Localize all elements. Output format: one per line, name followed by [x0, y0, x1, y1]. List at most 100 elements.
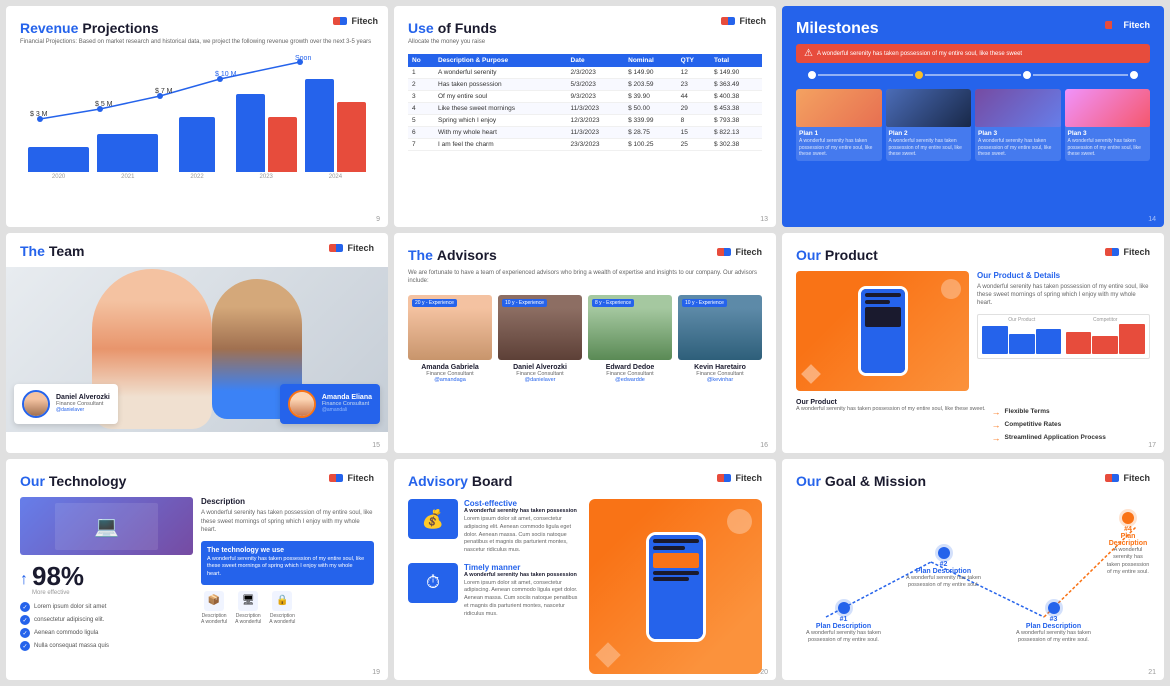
advisor-twitter-2: @danielaver	[525, 377, 556, 383]
tech-icon-label-3: DescriptionA wonderful	[269, 613, 295, 625]
bar-label-2022: 2022	[190, 174, 203, 180]
ms-plan-body-3: Plan 3 A wonderful serenity has taken po…	[975, 127, 1061, 161]
bar-label-2023: 2023	[260, 174, 273, 180]
funds-cell-qty: 23	[677, 79, 710, 91]
product-chart-group-1: Our Product	[982, 317, 1062, 354]
funds-cell-desc: Has taken possession	[434, 79, 567, 91]
product-label-col: Our Product A wonderful serenity has tak…	[796, 399, 986, 412]
advisor-badge-1: 20 y - Experience	[412, 299, 457, 307]
advisory-page-num: 20	[760, 669, 768, 676]
bar-double-2022	[166, 117, 227, 172]
advisor-badge-4: 10 y - Experience	[682, 299, 727, 307]
technology-card: Our Technology Fitech 💻 ↑ 98% More effec…	[6, 459, 388, 680]
advisor-item-2: 10 y - Experience Daniel Alverozki Finan…	[498, 295, 582, 383]
advisory-phone-col	[589, 499, 762, 674]
advisors-title-blue: The	[408, 247, 433, 263]
advisor-item-4: 10 y - Experience Kevin Haretairo Financ…	[678, 295, 762, 383]
product-mini-chart: Our Product Competitor	[977, 314, 1150, 359]
funds-page-num: 13	[760, 216, 768, 223]
tech-check-item-1: ✓ Lorem ipsum dolor sit amet	[20, 602, 193, 612]
goal-num-3: #3	[1050, 616, 1058, 623]
advisor-name-1: Amanda Gabriela	[421, 364, 479, 371]
team-page-num: 15	[372, 442, 380, 449]
advisory-items-col: 💰 Cost-effective A wonderful serenity ha…	[408, 499, 581, 674]
phone-shape	[858, 286, 908, 376]
milestone-alert: ⚠ A wonderful serenity has taken possess…	[796, 44, 1150, 63]
team-title-dark: Team	[49, 243, 85, 259]
goal-dot-2	[938, 547, 950, 559]
goal-node-4: #4 Plan Description A wonderful serenity…	[1106, 512, 1150, 576]
tech-bottom-title: The technology we use	[207, 547, 368, 554]
product-chart-group-2: Competitor	[1066, 317, 1146, 354]
funds-cell-no: 3	[408, 91, 434, 103]
advisory-phone-screen	[649, 535, 703, 639]
revenue-title-blue: Revenue	[20, 20, 78, 36]
advisor-name-3: Edward Dedoe	[606, 364, 655, 371]
revenue-chart: Soon $ 10 M $ 7 M $ 5 M $ 3 M 2020 2021	[20, 54, 374, 194]
funds-cell-nominal: $ 203.59	[624, 79, 677, 91]
tech-title-row: Our Technology	[20, 473, 126, 489]
funds-table-row: 6With my whole heart11/3/2023$ 28.7515$ …	[408, 127, 762, 139]
funds-table-row: 3Of my entire soul9/3/2023$ 39.9044$ 400…	[408, 91, 762, 103]
phone-screen-bar-2	[865, 300, 890, 304]
funds-cell-no: 1	[408, 67, 434, 79]
tech-desc-text: A wonderful serenity has taken possessio…	[201, 509, 374, 534]
funds-cell-desc: Like these sweet mornings	[434, 103, 567, 115]
goal-page-num: 21	[1148, 669, 1156, 676]
funds-col-no: No	[408, 54, 434, 67]
logo-dot-funds	[721, 17, 735, 25]
advisor-twitter-3: @edwardde	[615, 377, 645, 383]
funds-cell-nominal: $ 28.75	[624, 127, 677, 139]
advisory-icon-2: ⏱	[408, 563, 458, 603]
tech-image-icon: 💻	[55, 503, 159, 549]
tech-icon-box-3: 🔒	[272, 591, 292, 611]
advisor-photo-2: 10 y - Experience	[498, 295, 582, 360]
advisory-icon-1: 💰	[408, 499, 458, 539]
goal-node-1: #1 Plan Description A wonderful serenity…	[806, 602, 881, 644]
team-title-blue: The	[20, 243, 45, 259]
funds-table: No Description & Purpose Date Nominal QT…	[408, 54, 762, 151]
bar-blue-2024	[305, 79, 334, 172]
ms-plan-card-1: Plan 1 A wonderful serenity has taken po…	[796, 89, 882, 161]
goal-plan-title-4: Plan Description	[1106, 533, 1150, 547]
funds-cell-qty: 25	[677, 139, 710, 151]
tech-logo: Fitech	[329, 473, 374, 483]
revenue-logo-text: Fitech	[351, 16, 378, 26]
advisory-content-1: Cost-effective A wonderful serenity has …	[464, 499, 581, 554]
logo-dot-goal	[1105, 474, 1119, 482]
funds-cell-total: $ 149.90	[710, 67, 762, 79]
advisory-main-layout: 💰 Cost-effective A wonderful serenity ha…	[408, 499, 762, 674]
funds-cell-no: 5	[408, 115, 434, 127]
advisors-title-row: The Advisors	[408, 247, 497, 263]
bar-blue-2020	[28, 147, 89, 172]
funds-cell-total: $ 793.38	[710, 115, 762, 127]
funds-col-desc: Description & Purpose	[434, 54, 567, 67]
milestone-alert-text: A wonderful serenity has taken possessio…	[817, 51, 1022, 57]
advisor-twitter-4: @kevinhar	[707, 377, 733, 383]
product-logo-text: Fitech	[1123, 247, 1150, 257]
advisory-item-text-2: Lorem ipsum dolor sit amet, consectetur …	[464, 580, 581, 618]
our-product-desc: A wonderful serenity has taken possessio…	[796, 406, 986, 412]
funds-col-qty: QTY	[677, 54, 710, 67]
advisory-item-text-1: Lorem ipsum dolor sit amet, consectetur …	[464, 516, 581, 554]
product-title-dark: Product	[825, 247, 878, 263]
member-info-amanda: Amanda Eliana Finance Consultant @amanda…	[322, 394, 372, 413]
advisory-screen-bar-3	[653, 571, 699, 575]
advisory-title-row: Advisory Board	[408, 473, 512, 489]
funds-cell-no: 6	[408, 127, 434, 139]
team-member-card-left: Daniel Alverozki Finance Consultant @dan…	[14, 384, 118, 424]
advisory-item-badge-2: A wonderful serenity has taken possessio…	[464, 572, 581, 578]
funds-cell-total: $ 302.38	[710, 139, 762, 151]
funds-cell-nominal: $ 50.00	[624, 103, 677, 115]
tech-percent-value: 98%	[32, 563, 84, 589]
funds-col-nominal: Nominal	[624, 54, 677, 67]
team-title-row: The Team	[20, 243, 84, 259]
milestone-plans: Plan 1 A wonderful serenity has taken po…	[796, 89, 1150, 161]
product-logo: Fitech	[1105, 247, 1150, 257]
goal-plan-text-1: A wonderful serenity has taken possessio…	[806, 630, 881, 644]
tech-bottom-box: The technology we use A wonderful sereni…	[201, 541, 374, 585]
tech-bottom-text: A wonderful serenity has taken possessio…	[207, 556, 368, 579]
tech-header-row: Our Technology Fitech	[20, 473, 374, 491]
advisors-subtitle: We are fortunate to have a team of exper…	[408, 269, 762, 286]
ms-plan-body-2: Plan 2 A wonderful serenity has taken po…	[886, 127, 972, 161]
